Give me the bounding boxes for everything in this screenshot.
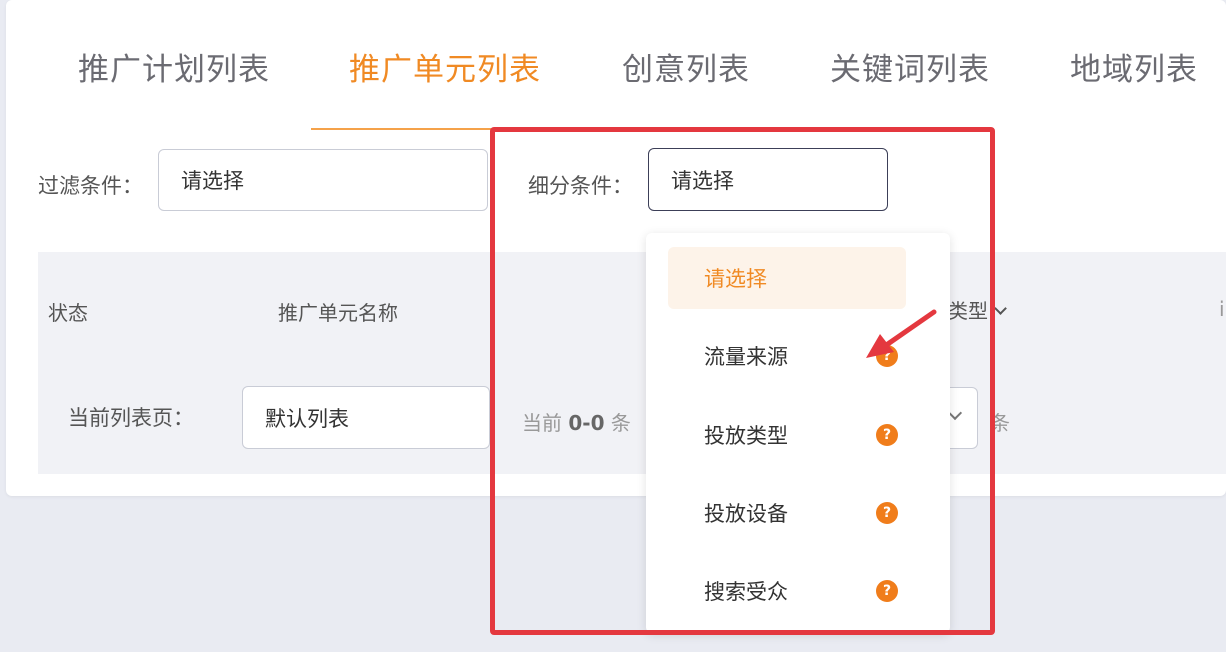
- chevron-down-icon: [994, 302, 1007, 315]
- tab-keyword-list[interactable]: 关键词列表: [830, 44, 990, 89]
- tab-plan-list[interactable]: 推广计划列表: [78, 44, 270, 89]
- filter-condition-select[interactable]: 请选择: [158, 149, 488, 211]
- column-header-unit-name: 推广单元名称: [278, 301, 398, 325]
- tab-region-list[interactable]: 地域列表: [1070, 44, 1198, 89]
- tab-unit-list[interactable]: 推广单元列表: [349, 44, 541, 89]
- active-tab-indicator: [311, 128, 491, 130]
- filter-condition-value: 请选择: [181, 169, 244, 193]
- column-header-status: 状态: [48, 301, 88, 325]
- tab-creative-list[interactable]: 创意列表: [622, 44, 750, 89]
- annotation-highlight-box: [490, 127, 995, 635]
- filter-condition-label: 过滤条件：: [38, 174, 143, 198]
- column-header-cut: i: [1219, 297, 1225, 321]
- current-list-page-value: 默认列表: [265, 406, 349, 431]
- current-list-page-select[interactable]: 默认列表: [242, 386, 490, 449]
- annotation-arrow-icon: [866, 309, 937, 358]
- current-list-page-label: 当前列表页：: [68, 406, 194, 430]
